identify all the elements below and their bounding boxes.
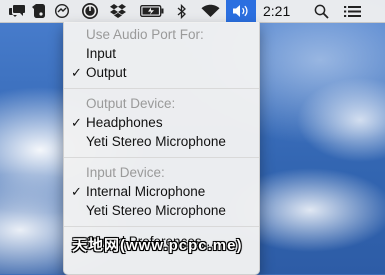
chat-icon[interactable] — [8, 2, 26, 20]
port-section-header: Use Audio Port For: — [86, 27, 204, 42]
evernote-icon[interactable] — [31, 2, 47, 20]
menu-item-output-headphones[interactable]: ✓ Headphones — [64, 113, 259, 132]
search-icon[interactable] — [312, 2, 330, 20]
menu-item-input-yeti[interactable]: Yeti Stereo Microphone — [64, 201, 259, 220]
menu-item-input-internal[interactable]: ✓ Internal Microphone — [64, 182, 259, 201]
menu-item-output-yeti[interactable]: Yeti Stereo Microphone — [64, 132, 259, 151]
list-icon[interactable] — [342, 2, 362, 20]
menu-separator — [64, 157, 259, 158]
menu-item-port-input[interactable]: Input — [64, 44, 259, 63]
volume-icon[interactable] — [226, 0, 256, 22]
dropbox-icon[interactable] — [108, 2, 128, 20]
sync-icon[interactable] — [53, 2, 71, 20]
menu-bar: 2:21 — [0, 0, 385, 23]
battery-icon[interactable] — [139, 2, 165, 20]
watermark-text: 天地网(www.pcpc.me) — [72, 237, 243, 254]
checkmark-icon: ✓ — [71, 65, 82, 80]
menu-separator — [64, 88, 259, 89]
wifi-icon[interactable] — [200, 2, 220, 20]
checkmark-icon: ✓ — [71, 115, 82, 130]
status-circle-icon[interactable] — [80, 2, 100, 20]
input-section-header: Input Device: — [86, 165, 165, 180]
menu-item-port-output[interactable]: ✓ Output — [64, 63, 259, 82]
output-section-header: Output Device: — [86, 96, 176, 111]
bluetooth-icon[interactable] — [175, 2, 189, 20]
menu-bar-clock[interactable]: 2:21 — [263, 0, 290, 22]
menu-separator — [64, 226, 259, 227]
checkmark-icon: ✓ — [71, 184, 82, 199]
